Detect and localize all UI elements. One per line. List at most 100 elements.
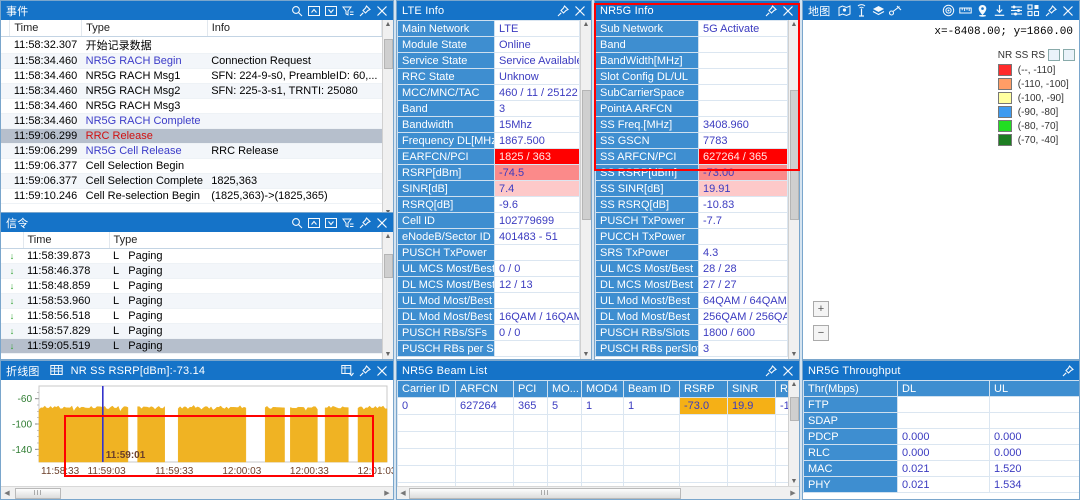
scroll-down-icon[interactable]: ▼ — [583, 350, 590, 359]
beam-list-vscrollbar[interactable]: ▲ ▼ — [788, 380, 799, 486]
map-canvas[interactable]: x=-8408.00; y=1860.00 NR SS RS (--, -110… — [803, 20, 1079, 359]
close-icon[interactable] — [781, 364, 794, 377]
table-row[interactable]: 11:59:06.377 Cell Selection Complete 1825,… — [1, 173, 382, 189]
pin-icon[interactable] — [556, 4, 569, 17]
beam-col-rsrp[interactable]: RSRP — [679, 380, 728, 398]
table-row[interactable]: 11:59:06.299 RRC Release — [1, 128, 382, 144]
beam-scroll-thumb[interactable]: III — [409, 487, 681, 499]
download-icon[interactable] — [993, 4, 1006, 17]
pin-icon[interactable] — [358, 4, 371, 17]
beam-col-mod4[interactable]: MOD4 — [581, 380, 624, 398]
marker-icon[interactable] — [976, 4, 989, 17]
scroll-up-icon[interactable]: ▲ — [791, 380, 798, 389]
beam-list-table[interactable]: Carrier ID ARFCN PCI MO... MOD4 Beam ID RSRP SI… — [397, 380, 788, 486]
beam-col-rsrq[interactable]: RSRQ — [775, 380, 788, 398]
pin-icon[interactable] — [358, 216, 371, 229]
table-row[interactable] — [397, 431, 788, 449]
prev-icon[interactable] — [307, 216, 320, 229]
map-zoom-in-button[interactable]: + — [813, 301, 829, 317]
scroll-up-icon[interactable]: ▲ — [385, 232, 392, 241]
throughput-col-dl[interactable]: DL — [897, 380, 990, 397]
nr5g-info-vscrollbar[interactable]: ▲ ▼ — [788, 20, 799, 359]
map-pin-icon[interactable] — [838, 4, 851, 17]
signaling-vscrollbar[interactable]: ▲ ▼ — [382, 232, 393, 359]
table-row[interactable]: 11:58:32.307 开始记录数据 — [1, 36, 382, 54]
signaling-col-type[interactable]: Type — [109, 232, 382, 249]
scroll-up-icon[interactable]: ▲ — [791, 20, 798, 29]
nr5g-info-table[interactable]: Sub Network 5G Activate Band BandWidth[MHz]… — [595, 20, 788, 357]
layers-icon[interactable] — [872, 4, 885, 17]
chart-scroll-thumb[interactable]: III — [15, 487, 61, 499]
scroll-thumb[interactable] — [383, 253, 393, 278]
map-zoom-out-button[interactable]: − — [813, 325, 829, 341]
table-row[interactable] — [397, 448, 788, 466]
signaling-col-time[interactable]: Time — [23, 232, 110, 249]
list-item[interactable]: ↓ 11:59:05.519 L Paging — [1, 338, 382, 354]
beam-list-hscrollbar[interactable]: ◀ III ▶ — [397, 486, 799, 499]
search-icon[interactable] — [290, 4, 303, 17]
scroll-up-icon[interactable]: ▲ — [583, 20, 590, 29]
signaling-table[interactable]: Time Type ↓ 11:58:39.873 L Paging ↓ 11:58:46… — [1, 232, 382, 354]
rsrp-line-chart[interactable]: -60 -100 -140 11:59:01 11:58:33 11:59:03 11:59… — [1, 380, 394, 484]
close-icon[interactable] — [573, 4, 586, 17]
beam-scroll-track[interactable]: III — [409, 487, 787, 499]
next-icon[interactable] — [324, 4, 337, 17]
close-icon[interactable] — [375, 4, 388, 17]
table-row[interactable] — [397, 414, 788, 432]
lte-info-table[interactable]: Main Network LTE Module State Online Service… — [397, 20, 580, 357]
events-col-type[interactable]: Type — [81, 20, 208, 37]
list-item[interactable]: ↓ 11:58:39.873 L Paging — [1, 248, 382, 264]
events-vscrollbar[interactable]: ▲ ▼ — [382, 20, 393, 217]
beam-col-arfcn[interactable]: ARFCN — [455, 380, 514, 398]
pin-icon[interactable] — [1061, 364, 1074, 377]
table-row[interactable]: 11:58:34.460 NR5G RACH Msg1 SFN: 224-9-s0,… — [1, 68, 382, 84]
scroll-down-icon[interactable]: ▼ — [385, 350, 392, 359]
list-item[interactable]: ↓ 11:58:56.518 L Paging — [1, 308, 382, 324]
close-icon[interactable] — [781, 4, 794, 17]
lte-info-vscrollbar[interactable]: ▲ ▼ — [580, 20, 591, 359]
route-icon[interactable] — [889, 4, 902, 17]
list-item[interactable]: ↓ 11:58:53.960 L Paging — [1, 293, 382, 309]
scroll-thumb[interactable] — [789, 89, 799, 220]
events-col-time[interactable]: Time — [9, 20, 83, 37]
prev-icon[interactable] — [307, 4, 320, 17]
scroll-right-icon[interactable]: ▶ — [381, 489, 393, 497]
legend-collapse-icon[interactable] — [1048, 49, 1060, 61]
next-icon[interactable] — [324, 216, 337, 229]
table-row[interactable] — [397, 465, 788, 483]
throughput-table[interactable]: Thr(Mbps) DL UL FTP SDAP PDCP 0.000 0.000 RLC 0.0… — [803, 380, 1079, 493]
search-icon[interactable] — [290, 216, 303, 229]
scroll-down-icon[interactable]: ▼ — [791, 477, 798, 486]
beam-col-beam-id[interactable]: Beam ID — [623, 380, 680, 398]
scroll-right-icon[interactable]: ▶ — [787, 489, 799, 497]
filter-icon[interactable] — [341, 216, 354, 229]
beam-col-carrier-id[interactable]: Carrier ID — [397, 380, 456, 398]
table-row[interactable]: 11:59:06.377 Cell Selection Begin — [1, 158, 382, 174]
scroll-up-icon[interactable]: ▲ — [385, 20, 392, 29]
filter-icon[interactable] — [341, 4, 354, 17]
chart-canvas[interactable]: -60 -100 -140 11:59:01 11:58:33 11:59:03 11:59… — [1, 380, 393, 499]
chart-hscrollbar[interactable]: ◀ III ▶ — [1, 486, 393, 499]
legend-edit-icon[interactable] — [1063, 49, 1075, 61]
table-row[interactable]: 11:58:34.460 NR5G RACH Complete — [1, 113, 382, 129]
scroll-thumb[interactable] — [789, 397, 799, 421]
beam-col-pci[interactable]: PCI — [513, 380, 548, 398]
table-row[interactable]: 11:59:06.299 NR5G Cell Release RRC Release — [1, 143, 382, 159]
close-icon[interactable] — [375, 364, 388, 377]
pin-icon[interactable] — [764, 364, 777, 377]
chart-scroll-track[interactable]: III — [13, 487, 381, 499]
export-icon[interactable] — [341, 364, 354, 377]
scroll-left-icon[interactable]: ◀ — [397, 489, 409, 497]
table-row[interactable]: 11:59:10.246 Cell Re-selection Begin (1825… — [1, 188, 382, 204]
sliders-icon[interactable] — [1010, 4, 1023, 17]
close-icon[interactable] — [375, 216, 388, 229]
scroll-thumb[interactable] — [581, 89, 591, 220]
target-icon[interactable] — [942, 4, 955, 17]
table-row[interactable]: 11:58:34.460 NR5G RACH Begin Connection Re… — [1, 53, 382, 69]
events-table[interactable]: Time Type Info 11:58:32.307 开始记录数据 11:58:3… — [1, 20, 382, 204]
pin-icon[interactable] — [764, 4, 777, 17]
list-item[interactable]: ↓ 11:58:46.378 L Paging — [1, 263, 382, 279]
grid-icon[interactable] — [49, 364, 63, 377]
pin-icon[interactable] — [1044, 4, 1057, 17]
scroll-down-icon[interactable]: ▼ — [791, 350, 798, 359]
